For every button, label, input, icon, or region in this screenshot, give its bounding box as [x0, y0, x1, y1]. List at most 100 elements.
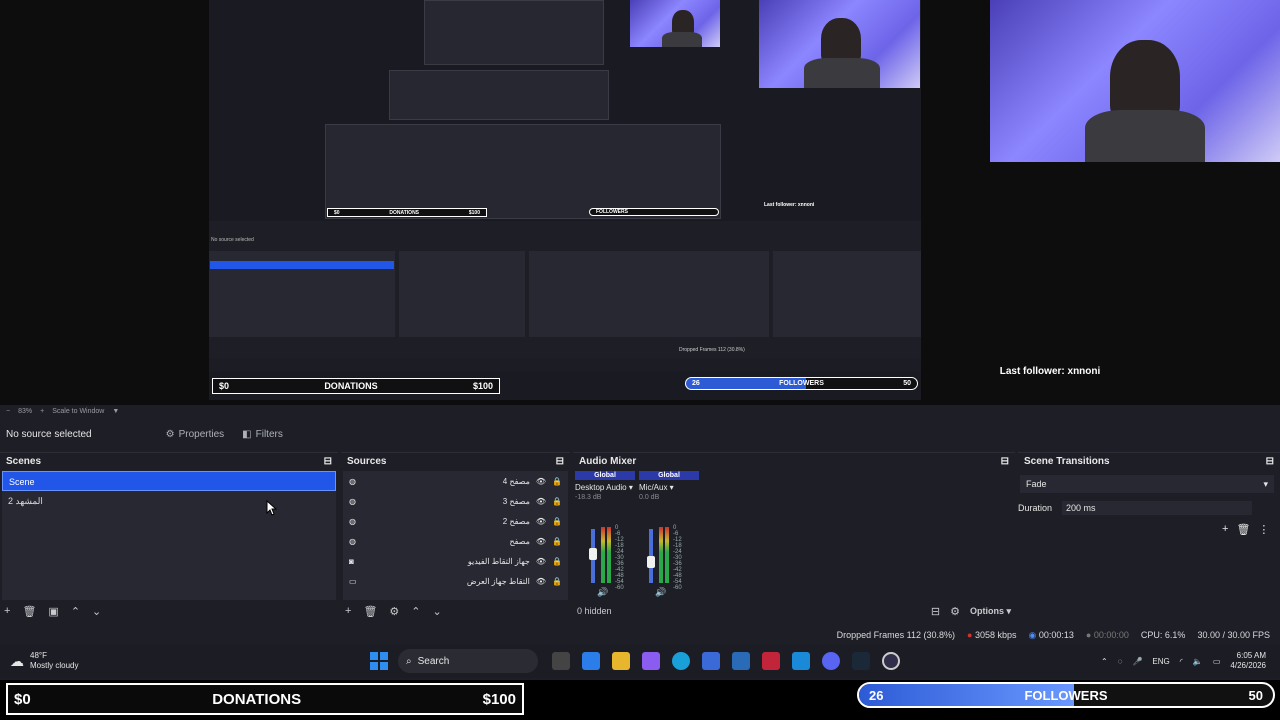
speaker-icon[interactable]: 🔈: [1193, 657, 1203, 666]
eye-icon[interactable]: 👁: [536, 577, 546, 586]
add-scene-button[interactable]: +: [4, 605, 10, 617]
db-tick: -60: [673, 585, 682, 591]
volume-icon[interactable]: 🔊: [597, 587, 608, 598]
source-row[interactable]: ▭ التقاط جهاز العرض 👁 🔒: [343, 571, 568, 591]
lock-icon[interactable]: 🔒: [552, 557, 562, 566]
eye-icon[interactable]: 👁: [536, 477, 546, 486]
camera-icon: ◙: [349, 556, 354, 566]
taskbar: ☁ 48°F Mostly cloudy ⌕ Search ⌃ ◌ 🎤 ENG …: [0, 644, 1280, 678]
mouse-cursor-icon: [266, 500, 278, 516]
lock-icon[interactable]: 🔒: [552, 477, 562, 486]
audio-mixer-dock: Audio Mixer ⊟ Global Desktop Audio ▾ -18.…: [573, 452, 1015, 622]
remove-scene-button[interactable]: 🗑: [22, 605, 36, 618]
scenes-title: Scenes: [6, 455, 42, 467]
lock-icon[interactable]: 🔒: [552, 517, 562, 526]
add-transition-button[interactable]: +: [1222, 523, 1228, 536]
move-down-button[interactable]: ⌄: [433, 605, 442, 618]
nested-dropped: Dropped Frames 112 (30.8%): [679, 347, 745, 353]
zoom-out-button[interactable]: −: [6, 408, 10, 415]
remove-transition-button[interactable]: 🗑: [1236, 523, 1250, 536]
nested-scenes: [209, 251, 395, 337]
mic-icon[interactable]: 🎤: [1132, 657, 1142, 666]
channel-tag: Global: [639, 471, 699, 480]
dock-menu-icon[interactable]: ⊟: [1266, 456, 1274, 467]
eye-icon[interactable]: 👁: [536, 537, 546, 546]
discord-icon[interactable]: [822, 652, 840, 670]
source-row[interactable]: ◍ مصفح 3 👁 🔒: [343, 491, 568, 511]
file-explorer-icon[interactable]: [612, 652, 630, 670]
taskview-icon[interactable]: [552, 652, 570, 670]
move-up-button[interactable]: ⌃: [411, 605, 420, 618]
clock[interactable]: 6:05 AM 4/26/2026: [1230, 651, 1266, 671]
mixer-options-button[interactable]: Options ▾: [970, 606, 1011, 617]
app-icon[interactable]: [732, 652, 750, 670]
record-time: ● 00:00:00: [1085, 630, 1129, 640]
start-button[interactable]: [370, 652, 388, 670]
mcafee-icon[interactable]: [762, 652, 780, 670]
lock-icon[interactable]: 🔒: [552, 497, 562, 506]
sources-title: Sources: [347, 455, 387, 467]
source-row[interactable]: ◍ مصفح 4 👁 🔒: [343, 471, 568, 491]
obs-icon[interactable]: [882, 652, 900, 670]
zoom-dropdown-icon[interactable]: ▼: [112, 408, 119, 415]
wifi-icon[interactable]: ◜: [1180, 657, 1183, 666]
monitor-icon: ▭: [349, 576, 357, 586]
move-up-button[interactable]: ⌃: [71, 605, 80, 618]
dock-menu-icon[interactable]: ⊟: [324, 456, 332, 467]
eye-icon[interactable]: 👁: [536, 557, 546, 566]
volume-icon[interactable]: 🔊: [655, 587, 666, 598]
weather-widget[interactable]: ☁ 48°F Mostly cloudy: [0, 651, 370, 671]
dock-menu-icon[interactable]: ⊟: [1001, 456, 1009, 467]
mail-icon[interactable]: [792, 652, 810, 670]
app-icon[interactable]: [582, 652, 600, 670]
mixer-title: Audio Mixer: [579, 455, 637, 467]
remove-source-button[interactable]: 🗑: [363, 605, 377, 618]
filters-button[interactable]: ◧ Filters: [238, 427, 287, 442]
mixer-channel-desktop: Global Desktop Audio ▾ -18.3 dB 0 -6 -12 -1…: [575, 471, 635, 599]
add-source-button[interactable]: +: [345, 605, 351, 617]
battery-icon[interactable]: ▭: [1213, 657, 1221, 666]
layout-icon[interactable]: ⊟: [931, 605, 940, 618]
lock-icon[interactable]: 🔒: [552, 577, 562, 586]
volume-knob[interactable]: [647, 556, 655, 569]
settings-icon[interactable]: ⚙: [950, 605, 960, 618]
lock-icon[interactable]: 🔒: [552, 537, 562, 546]
language-indicator[interactable]: ENG: [1152, 657, 1169, 666]
channel-name[interactable]: Mic/Aux ▾: [639, 483, 699, 492]
source-row[interactable]: ◍ مصفح 2 👁 🔒: [343, 511, 568, 531]
scene-item[interactable]: المشهد 2: [2, 491, 336, 511]
preview-area[interactable]: $0 DONATIONS $100 FOLLOWERS Last follower:…: [0, 0, 1280, 405]
eye-icon[interactable]: 👁: [536, 517, 546, 526]
dock-menu-icon[interactable]: ⊟: [556, 456, 564, 467]
eye-icon[interactable]: 👁: [536, 497, 546, 506]
source-properties-button[interactable]: ⚙: [389, 605, 399, 618]
source-row[interactable]: ◍ مصفح 👁 🔒: [343, 531, 568, 551]
search-box[interactable]: ⌕ Search: [398, 649, 538, 673]
nested-transitions: [773, 251, 921, 337]
scene-filters-button[interactable]: ▣: [48, 605, 58, 618]
volume-knob[interactable]: [589, 547, 597, 560]
cpu-usage: CPU: 6.1%: [1140, 630, 1186, 640]
channel-name[interactable]: Desktop Audio ▾: [575, 483, 635, 492]
source-row[interactable]: ◙ جهاز التقاط الفيديو 👁 🔒: [343, 551, 568, 571]
level-meter: [601, 527, 605, 583]
followers-goal: 50: [1248, 687, 1263, 703]
scene-item[interactable]: Scene: [2, 471, 336, 491]
more-options-icon[interactable]: ⋮: [1258, 523, 1269, 536]
store-icon[interactable]: [702, 652, 720, 670]
duration-input[interactable]: 200 ms: [1062, 501, 1253, 515]
properties-button[interactable]: ⚙ Properties: [162, 427, 229, 442]
zoom-percent: 83%: [18, 407, 33, 415]
edge-icon[interactable]: [672, 652, 690, 670]
scenes-list: Scene المشهد 2: [2, 471, 336, 600]
zoom-in-button[interactable]: +: [40, 408, 44, 415]
nested-sources: [399, 251, 525, 337]
scale-mode[interactable]: Scale to Window: [52, 408, 104, 415]
transition-select[interactable]: Fade ▾: [1020, 475, 1274, 493]
app-icon[interactable]: [642, 652, 660, 670]
chevron-up-icon[interactable]: ⌃: [1101, 657, 1108, 666]
steam-icon[interactable]: [852, 652, 870, 670]
status-bar: Dropped Frames 112 (30.8%) ● 3058 kbps ◉…: [0, 626, 1280, 644]
move-down-button[interactable]: ⌄: [92, 605, 101, 618]
tray-app-icon[interactable]: ◌: [1118, 657, 1123, 666]
